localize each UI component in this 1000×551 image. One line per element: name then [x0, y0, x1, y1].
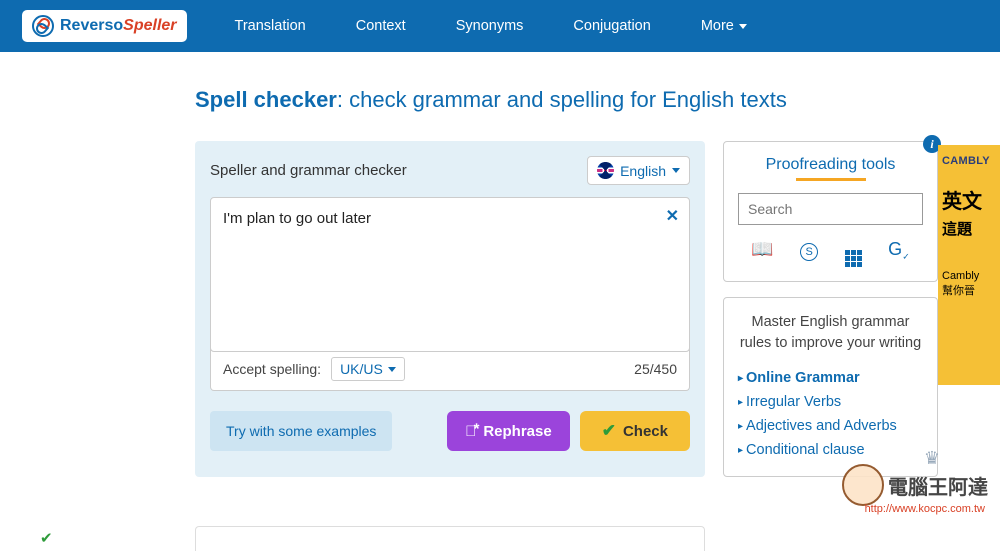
search-input[interactable]: [738, 193, 923, 225]
ad-line1: 英文: [942, 185, 996, 214]
main-nav: Translation Context Synonyms Conjugation…: [215, 10, 767, 42]
nav-translation[interactable]: Translation: [215, 10, 326, 42]
grammar-links-card: Master English grammar rules to improve …: [723, 297, 938, 477]
chevron-down-icon: [739, 24, 747, 29]
text-input[interactable]: I'm plan to go out later ✕: [210, 197, 690, 352]
ad-line3: Cambly幫你晉: [942, 269, 996, 300]
rephrase-button[interactable]: ✦⃰ Rephrase: [447, 411, 570, 451]
ad-line2: 這題: [942, 218, 996, 239]
language-select[interactable]: English: [587, 156, 690, 185]
uk-flag-icon: [597, 162, 614, 179]
result-preview: [195, 526, 705, 551]
accept-spelling-label: Accept spelling:: [223, 361, 321, 377]
proofreading-tools-card: i Proofreading tools 📖 S G✓: [723, 141, 938, 282]
nav-synonyms[interactable]: Synonyms: [436, 10, 544, 42]
check-icon: ✔: [40, 529, 53, 547]
grid-icon[interactable]: [845, 239, 862, 267]
mascot-icon: [842, 464, 884, 506]
reverso-arrows-icon: [32, 15, 54, 37]
language-label: English: [620, 163, 666, 179]
link-online-grammar[interactable]: ▸Online Grammar: [738, 366, 923, 390]
sidebar: i Proofreading tools 📖 S G✓ Master Engli…: [723, 141, 938, 477]
proofreading-title: Proofreading tools: [738, 156, 923, 174]
nav-more[interactable]: More: [681, 10, 767, 42]
book-icon[interactable]: 📖: [751, 239, 773, 267]
page-title: Spell checker: check grammar and spellin…: [195, 87, 1000, 113]
card-title: Speller and grammar checker: [210, 162, 407, 179]
caret-down-icon: [388, 367, 396, 372]
logo-text-1: Reverso: [60, 17, 123, 34]
spelling-row: Accept spelling: UK/US 25/450: [210, 348, 690, 391]
wand-icon: ✦⃰: [465, 423, 476, 440]
nav-conjugation[interactable]: Conjugation: [553, 10, 670, 42]
speller-card: Speller and grammar checker English I'm …: [195, 141, 705, 477]
caret-down-icon: [672, 168, 680, 173]
logo[interactable]: ReversoSpeller: [22, 10, 187, 42]
nav-context[interactable]: Context: [336, 10, 426, 42]
try-examples-button[interactable]: Try with some examples: [210, 411, 392, 451]
watermark-text: 電腦王阿達: [888, 471, 988, 500]
char-counter: 25/450: [634, 361, 677, 377]
watermark-url: http://www.kocpc.com.tw: [865, 503, 985, 515]
ad-banner[interactable]: CAMBLY 英文 這題 Cambly幫你晉: [938, 145, 1000, 385]
link-adjectives-adverbs[interactable]: ▸Adjectives and Adverbs: [738, 414, 923, 438]
check-icon: ✔: [602, 421, 616, 441]
link-conditional-clause[interactable]: ▸Conditional clause: [738, 438, 923, 462]
check-button[interactable]: ✔ Check: [580, 411, 690, 451]
g-check-icon[interactable]: G✓: [888, 239, 910, 267]
spelling-variant-select[interactable]: UK/US: [331, 357, 405, 381]
text-content: I'm plan to go out later: [223, 210, 371, 227]
link-irregular-verbs[interactable]: ▸Irregular Verbs: [738, 390, 923, 414]
grammar-intro-text: Master English grammar rules to improve …: [738, 312, 923, 354]
ad-brand: CAMBLY: [942, 155, 996, 167]
logo-text-2: Speller: [123, 17, 176, 34]
watermark: 電腦王阿達: [842, 464, 988, 506]
top-nav-bar: ReversoSpeller Translation Context Synon…: [0, 0, 1000, 52]
clear-text-icon[interactable]: ✕: [666, 206, 679, 226]
dollar-circle-icon[interactable]: S: [800, 239, 818, 267]
